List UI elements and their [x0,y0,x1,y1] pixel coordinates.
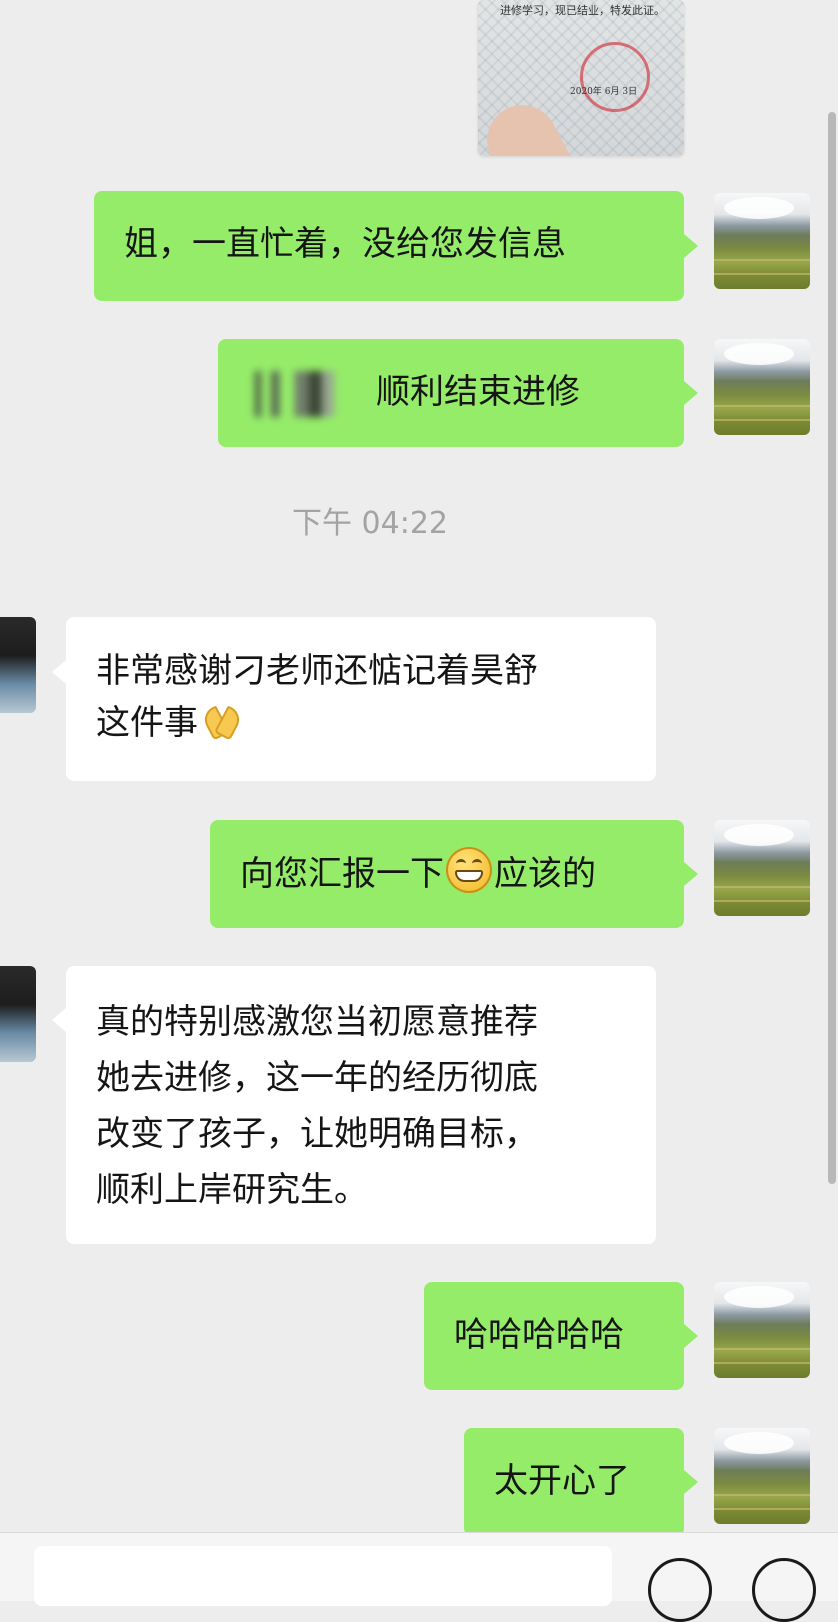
grinning-face-icon [446,847,492,893]
message-text-line: 这件事 [96,703,198,743]
received-message-bubble[interactable]: 非常感谢刁老师还惦记着昊舒 这件事 [66,617,656,781]
message-text-line: 她去进修，这一年的经历彻底 [96,1058,538,1098]
certificate-date: 2020年 6月 3日 [570,87,638,97]
red-seal-stamp [580,42,650,112]
finger-in-photo [478,92,580,156]
received-message-bubble[interactable]: 真的特别感激您当初愿意推荐 她去进修，这一年的经历彻底 改变了孩子，让她明确目标… [66,966,656,1244]
message-text: 太开心了 [494,1461,630,1501]
bubble-tail [684,1324,698,1348]
message-text-line: 顺利上岸研究生。 [96,1170,368,1210]
message-text-line: 真的特别感激您当初愿意推荐 [96,1002,538,1042]
redacted-name [248,370,364,417]
bubble-tail [684,1470,698,1494]
message-text: 应该的 [494,854,596,894]
bubble-tail [684,234,698,258]
my-avatar[interactable] [714,193,810,289]
sent-message-bubble[interactable]: 向您汇报一下 应该的 [210,820,684,928]
contact-avatar[interactable] [0,617,36,713]
contact-avatar[interactable] [0,966,36,1062]
message-text: 姐，一直忙着，没给您发信息 [124,224,566,264]
message-text-line: 改变了孩子，让她明确目标， [96,1114,538,1154]
my-avatar[interactable] [714,339,810,435]
message-text: 哈哈哈哈哈 [454,1315,624,1355]
image-message-certificate[interactable]: 进修学习，现已结业，特发此证。 2020年 6月 3日 [478,0,684,156]
sent-message-bubble[interactable]: 太开心了 [464,1428,684,1536]
sent-message-bubble[interactable]: 顺利结束进修 [218,339,684,447]
my-avatar[interactable] [714,820,810,916]
message-text: 向您汇报一下 [240,854,444,894]
message-text: 顺利结束进修 [376,372,580,412]
bubble-tail [684,862,698,886]
bubble-tail [52,660,66,684]
more-options-button[interactable] [752,1558,816,1622]
emoji-button[interactable] [648,1558,712,1622]
scrollbar[interactable] [828,112,836,1184]
folded-hands-icon [200,704,244,741]
bubble-tail [684,381,698,405]
bubble-tail [52,1008,66,1032]
chat-timestamp: 下午 04:22 [292,506,448,541]
certificate-text: 进修学习，现已结业，特发此证。 [500,4,665,17]
my-avatar[interactable] [714,1282,810,1378]
my-avatar[interactable] [714,1428,810,1524]
message-text-line: 非常感谢刁老师还惦记着昊舒 [96,651,538,691]
message-input[interactable] [34,1546,612,1606]
sent-message-bubble[interactable]: 姐，一直忙着，没给您发信息 [94,191,684,301]
sent-message-bubble[interactable]: 哈哈哈哈哈 [424,1282,684,1390]
